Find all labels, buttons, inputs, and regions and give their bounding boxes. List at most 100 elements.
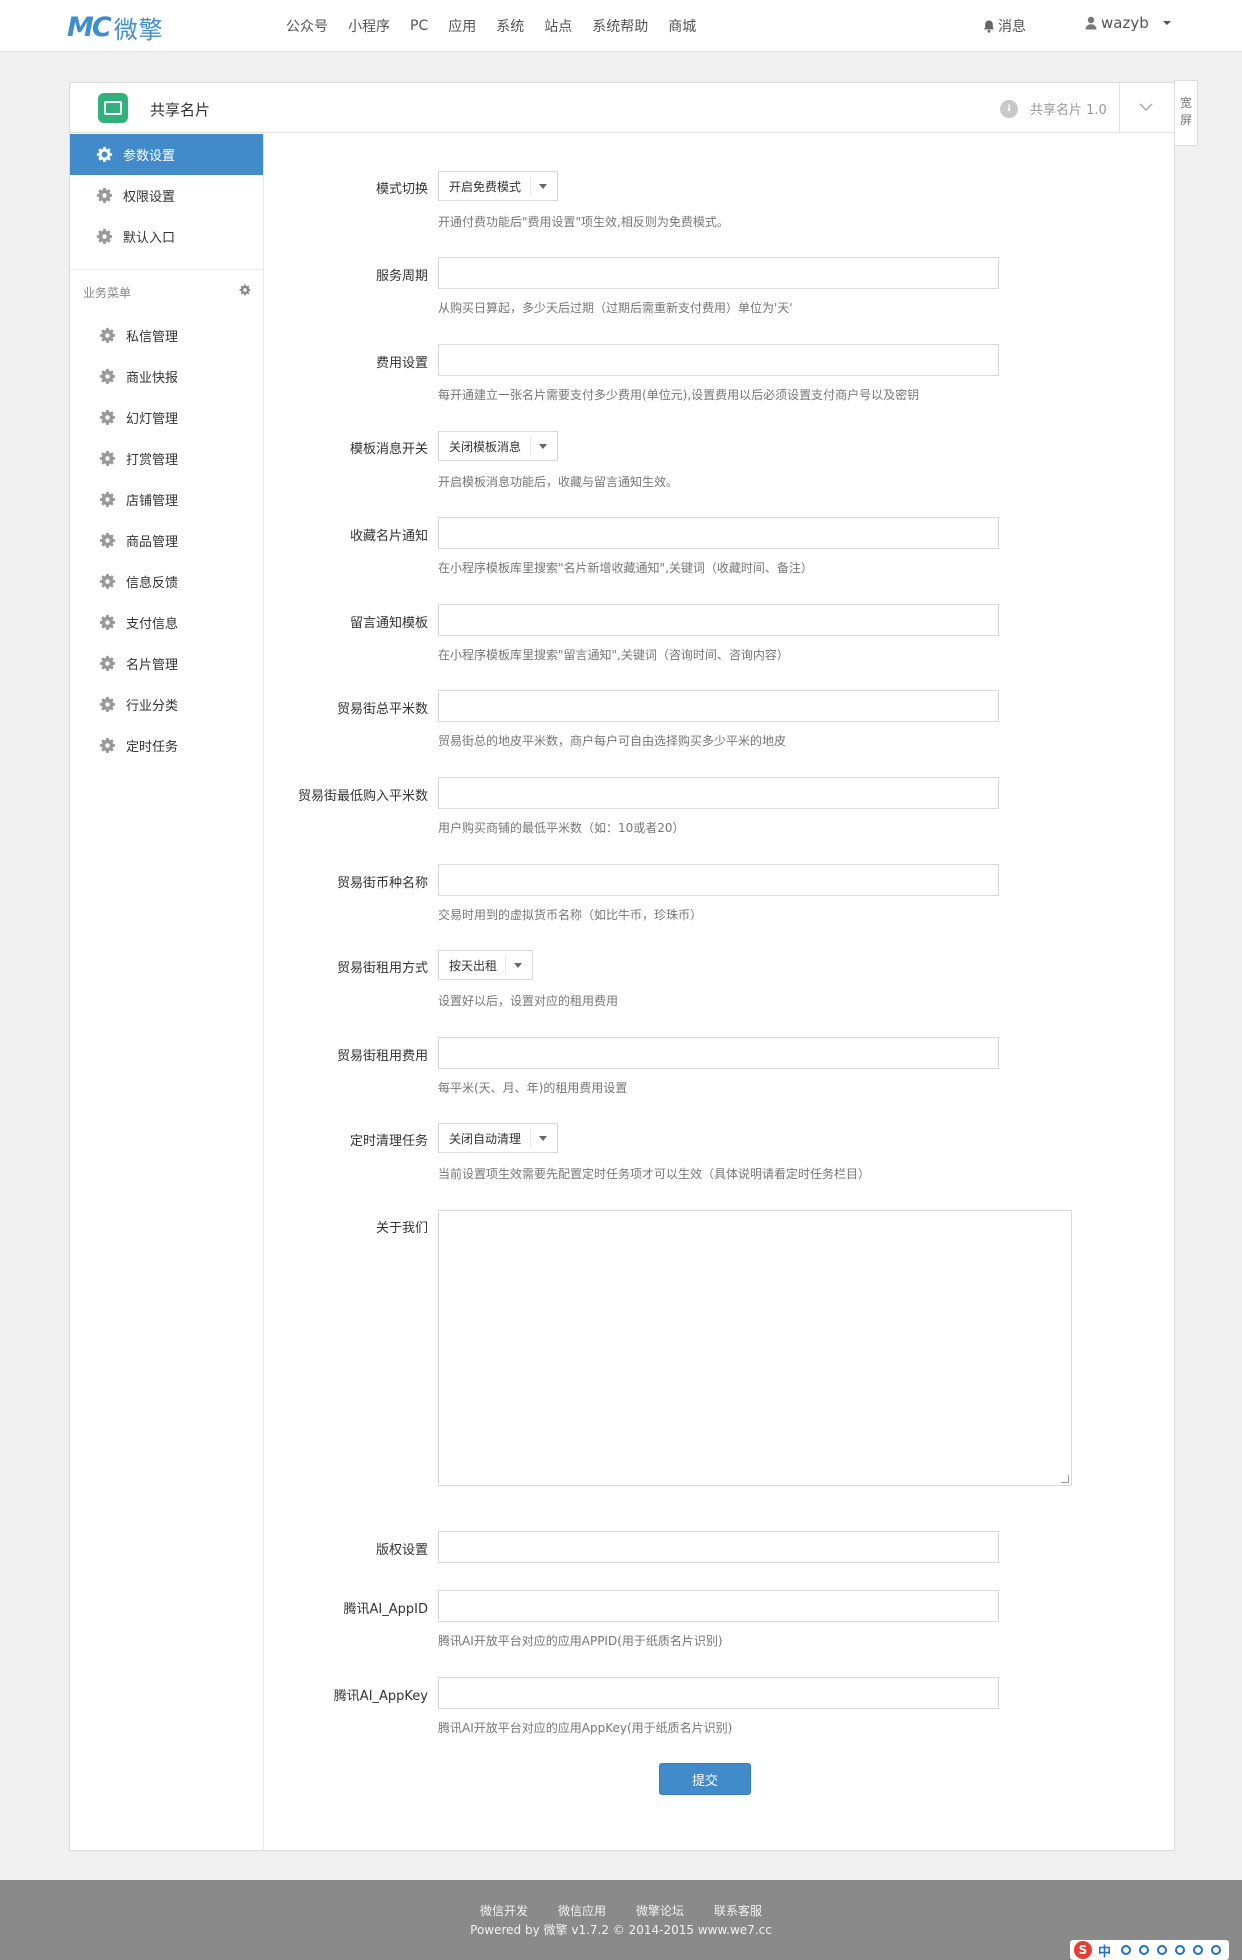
messages-link[interactable]: 消息	[983, 16, 1026, 36]
mode-select[interactable]: 开启免费模式	[438, 171, 558, 201]
bell-icon	[983, 20, 995, 33]
cleanup-select[interactable]: 关闭自动清理	[438, 1123, 558, 1153]
ime-mode[interactable]: 中	[1098, 1941, 1111, 1960]
footer-link-forum[interactable]: 微擎论坛	[636, 1902, 684, 1919]
sidebar-item-shops[interactable]: 店铺管理	[70, 479, 263, 520]
sidebar-item-products[interactable]: 商品管理	[70, 520, 263, 561]
footer-link-apps[interactable]: 微信应用	[558, 1902, 606, 1919]
footer-link-dev[interactable]: 微信开发	[480, 1902, 528, 1919]
gear-icon	[96, 228, 113, 244]
sidebar-item-label: 商业快报	[126, 371, 179, 386]
service-period-input[interactable]	[438, 257, 999, 289]
gear-icon	[99, 368, 116, 384]
help-text: 每平米(天、月、年)的租用费用设置	[438, 1081, 628, 1095]
sidebar-item-feedback[interactable]: 信息反馈	[70, 561, 263, 602]
punctuation-icon[interactable]	[1121, 1945, 1132, 1955]
keyboard-icon[interactable]	[1175, 1945, 1186, 1955]
sidebar-item-slides[interactable]: 幻灯管理	[70, 397, 263, 438]
emoji-icon[interactable]	[1139, 1945, 1150, 1955]
sidebar-item-label: 默认入口	[123, 231, 176, 246]
nav-system[interactable]: 系统	[496, 16, 524, 36]
header-divider	[1119, 83, 1120, 133]
rent-mode-select[interactable]: 按天出租	[438, 950, 533, 980]
microphone-icon[interactable]	[1157, 1945, 1168, 1955]
nav-site[interactable]: 站点	[544, 16, 572, 36]
nav-gongzhonghao[interactable]: 公众号	[286, 16, 328, 36]
nav-pc[interactable]: PC	[410, 18, 428, 34]
user-icon[interactable]	[1193, 1945, 1204, 1955]
sidebar-item-cards[interactable]: 名片管理	[70, 643, 263, 684]
template-switch-select[interactable]: 关闭模板消息	[438, 431, 558, 461]
nav-help[interactable]: 系统帮助	[592, 16, 648, 36]
caret-down-icon	[539, 1136, 547, 1141]
username: wazyb	[1101, 14, 1149, 32]
footer-link-support[interactable]: 联系客服	[714, 1902, 762, 1919]
chevron-down-icon[interactable]	[1138, 99, 1154, 115]
gear-icon	[96, 146, 113, 162]
form-label: 腾讯AI_AppKey	[333, 1689, 428, 1704]
skin-icon[interactable]	[1211, 1945, 1222, 1955]
help-text: 设置好以后，设置对应的租用费用	[438, 994, 619, 1008]
caret-down-icon	[539, 184, 547, 189]
sidebar-item-business-news[interactable]: 商业快报	[70, 356, 263, 397]
top-nav: 公众号 小程序 PC 应用 系统 站点 系统帮助 商城	[286, 0, 716, 52]
sidebar-item-label: 名片管理	[126, 658, 179, 673]
form-label: 贸易街最低购入平米数	[297, 789, 428, 804]
user-menu[interactable]: wazyb	[1085, 14, 1171, 32]
brand-logo[interactable]: MC 微擎	[67, 10, 164, 44]
sidebar-item-label: 定时任务	[126, 740, 179, 755]
ime-toolbar[interactable]: S 中	[1070, 1940, 1230, 1960]
sidebar-item-label: 信息反馈	[126, 576, 179, 591]
sidebar-item-label: 打赏管理	[126, 453, 179, 468]
nav-miniprogram[interactable]: 小程序	[348, 16, 390, 36]
version-badge-icon: ℹ	[1000, 99, 1018, 118]
sidebar-item-cron[interactable]: 定时任务	[70, 725, 263, 766]
footer-copyright: Powered by 微擎 v1.7.2 © 2014-2015 www.we7…	[470, 1923, 772, 1937]
about-textarea[interactable]	[438, 1210, 1072, 1486]
app-version-label: 共享名片 1.0	[1030, 103, 1107, 118]
street-currency-input[interactable]	[438, 864, 999, 896]
form-label: 模式切换	[375, 182, 428, 197]
rent-fee-input[interactable]	[438, 1037, 999, 1069]
ai-appkey-input[interactable]	[438, 1677, 999, 1709]
sidebar-item-private-messages[interactable]: 私信管理	[70, 315, 263, 356]
gear-icon	[99, 532, 116, 548]
gear-icon[interactable]	[239, 284, 251, 296]
resize-handle-icon[interactable]	[1061, 1475, 1069, 1483]
caret-down-icon	[539, 444, 547, 449]
nav-mall[interactable]: 商城	[668, 16, 696, 36]
wide-screen-button[interactable]: 宽屏	[1174, 80, 1198, 146]
form-label: 模板消息开关	[349, 442, 428, 457]
form-label: 留言通知模板	[349, 616, 428, 631]
sidebar-item-industry[interactable]: 行业分类	[70, 684, 263, 725]
fee-input[interactable]	[438, 344, 999, 376]
sidebar-item-permissions[interactable]: 权限设置	[70, 175, 263, 216]
user-icon	[1085, 16, 1097, 30]
street-total-input[interactable]	[438, 690, 999, 722]
gear-icon	[99, 450, 116, 466]
sidebar-business-menu: 私信管理 商业快报 幻灯管理 打赏管理 店铺管理 商品管理 信息反馈 支付信息 …	[70, 315, 263, 766]
sidebar-item-default-entry[interactable]: 默认入口	[70, 216, 263, 257]
sidebar-item-params[interactable]: 参数设置	[70, 134, 263, 175]
ai-appid-input[interactable]	[438, 1590, 999, 1622]
footer: 微信开发 微信应用 微擎论坛 联系客服 Powered by 微擎 v1.7.2…	[0, 1880, 1242, 1960]
sidebar-item-payment-info[interactable]: 支付信息	[70, 602, 263, 643]
messages-label: 消息	[998, 19, 1026, 35]
form-label: 费用设置	[375, 356, 428, 371]
form-label: 定时清理任务	[349, 1134, 428, 1149]
street-min-input[interactable]	[438, 777, 999, 809]
nav-apps[interactable]: 应用	[448, 16, 476, 36]
sidebar-item-label: 行业分类	[126, 699, 179, 714]
message-template-input[interactable]	[438, 604, 999, 636]
copyright-input[interactable]	[438, 1531, 999, 1563]
footer-links: 微信开发 微信应用 微擎论坛 联系客服	[0, 1902, 1242, 1919]
caret-down-icon	[1162, 21, 1171, 25]
help-text: 腾讯AI开放平台对应的应用AppKey(用于纸质名片识别)	[438, 1721, 733, 1735]
select-value: 关闭模板消息	[449, 439, 522, 454]
sidebar-item-rewards[interactable]: 打赏管理	[70, 438, 263, 479]
submit-button[interactable]: 提交	[659, 1763, 751, 1795]
help-text: 用户购买商铺的最低平米数（如：10或者20）	[438, 821, 685, 835]
top-navbar: MC 微擎 公众号 小程序 PC 应用 系统 站点 系统帮助 商城 消息 waz…	[0, 0, 1242, 52]
help-text: 在小程序模板库里搜索"名片新增收藏通知",关键词（收藏时间、备注）	[438, 561, 813, 575]
collect-notice-input[interactable]	[438, 517, 999, 549]
